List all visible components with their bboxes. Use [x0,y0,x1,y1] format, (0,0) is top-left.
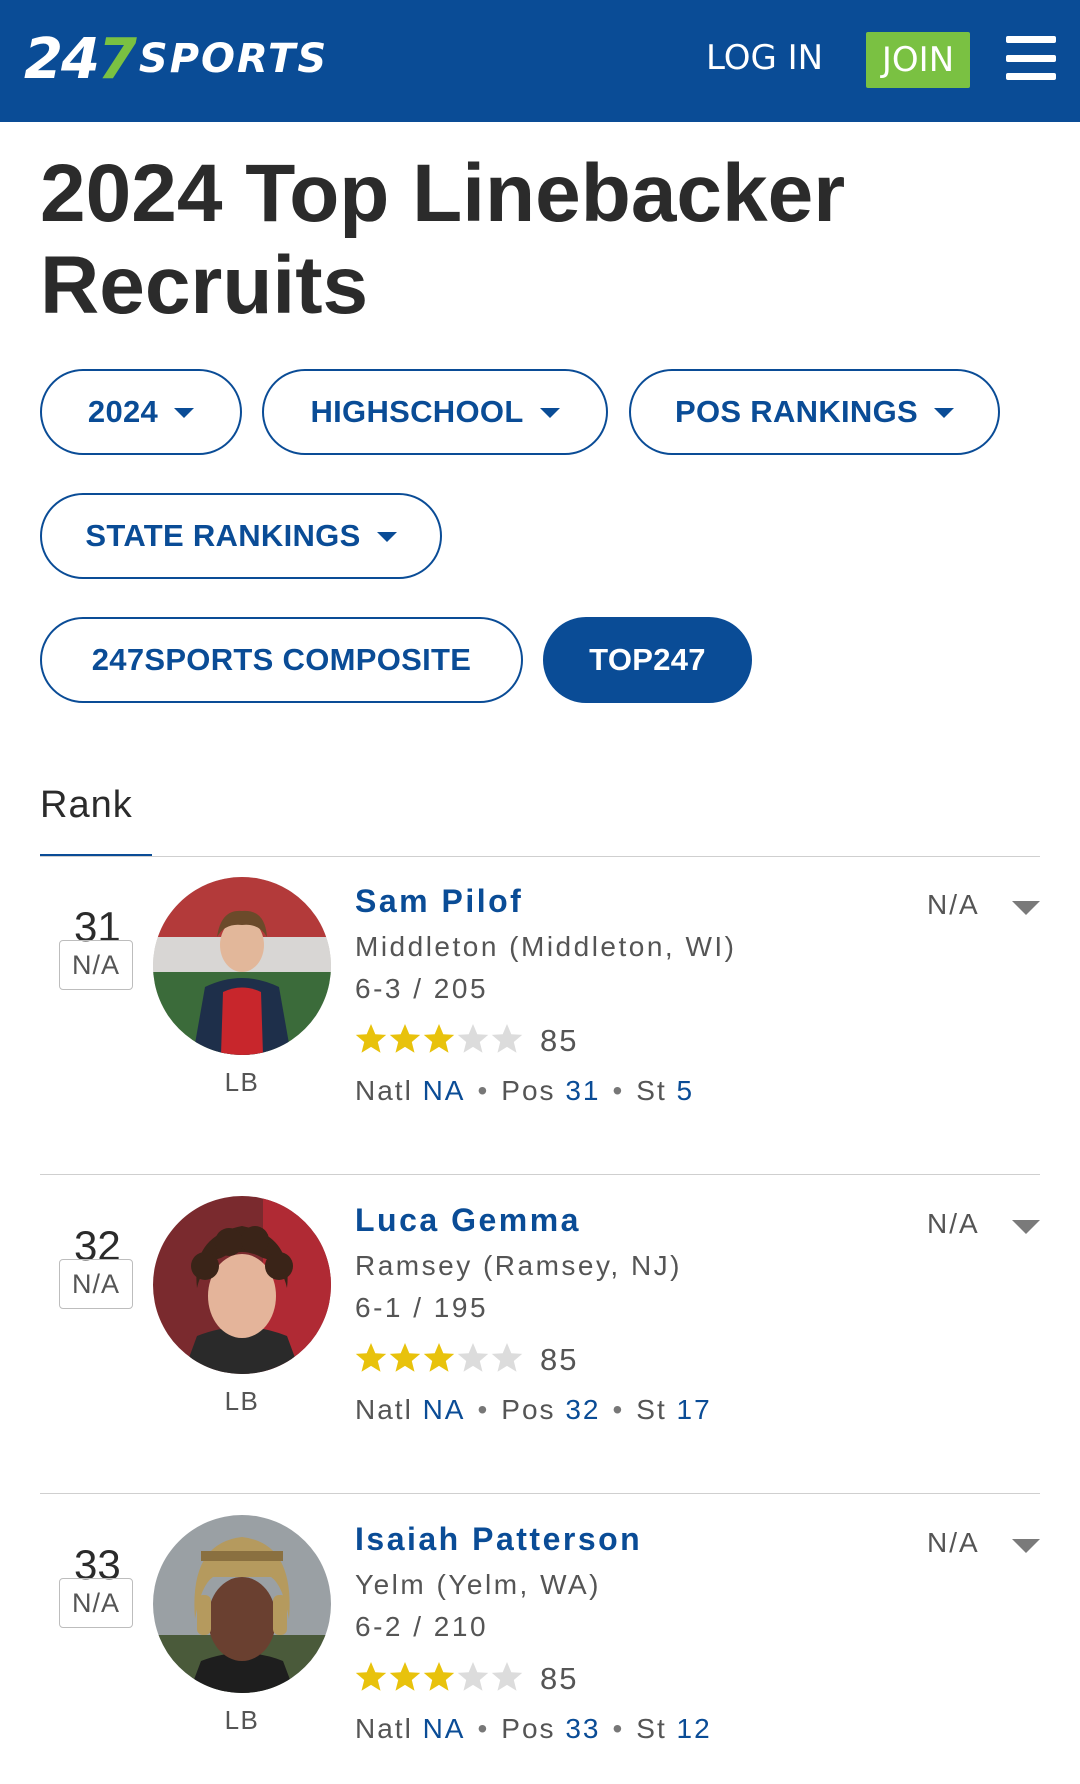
rank-change-badge: N/A [59,1259,133,1309]
player-school: Middleton (Middleton, WI) [355,931,737,962]
caret-down-icon [376,532,397,542]
player-name-link[interactable]: Luca Gemma [355,1202,581,1239]
star-filled-icon [423,1343,455,1372]
commit-status: N/A [927,1527,980,1558]
level-filter-dropdown[interactable]: HIGHSCHOOL [262,369,608,455]
rank-change-badge: N/A [59,940,133,990]
player-rank-meta: Natl NA • Pos 33 • St 12 [355,1713,712,1744]
star-filled-icon [355,1024,387,1053]
level-filter-label: HIGHSCHOOL [310,394,524,429]
player-avatar[interactable] [153,1196,331,1374]
top247-toggle[interactable]: TOP247 [543,617,752,703]
star-rating [354,1659,524,1695]
divider [40,1493,1040,1494]
star-filled-icon [423,1662,455,1691]
player-position: LB [224,1067,260,1097]
chevron-down-icon[interactable] [1012,1220,1040,1234]
logo-wordmark: SPORTS [138,36,329,82]
caret-down-icon [539,408,560,418]
player-position: LB [224,1705,260,1735]
star-rating [354,1340,524,1376]
divider [40,1174,1040,1175]
star-filled-icon [423,1024,455,1053]
state-rankings-dropdown[interactable]: STATE RANKINGS [40,493,442,579]
login-link[interactable]: LOG IN [706,38,823,78]
rank-change-badge: N/A [59,1578,133,1628]
star-empty-icon [491,1024,523,1053]
player-school: Yelm (Yelm, WA) [355,1569,601,1600]
player-measurements: 6-1 / 195 [355,1292,489,1323]
player-measurements: 6-3 / 205 [355,973,489,1004]
site-header: 247 SPORTS LOG IN JOIN [0,0,1080,122]
player-rating: 85 [540,1342,579,1377]
caret-down-icon [934,408,955,418]
site-logo[interactable]: 247 SPORTS [24,27,329,92]
player-measurements: 6-2 / 210 [355,1611,489,1642]
star-filled-icon [389,1024,421,1053]
star-filled-icon [355,1343,387,1372]
year-filter-label: 2024 [87,394,159,429]
logo-number: 247 [24,26,137,92]
star-empty-icon [457,1024,489,1053]
pos-rankings-label: POS RANKINGS [674,394,919,429]
player-school: Ramsey (Ramsey, NJ) [355,1250,683,1281]
star-empty-icon [491,1343,523,1372]
player-avatar[interactable] [153,1515,331,1693]
page-title: 2024 Top Linebacker Recruits [40,148,846,331]
star-rating [354,1021,524,1057]
star-filled-icon [355,1662,387,1691]
menu-icon[interactable] [1006,36,1056,80]
commit-status: N/A [927,1208,980,1239]
player-name-link[interactable]: Isaiah Patterson [355,1521,642,1558]
join-button[interactable]: JOIN [866,32,970,88]
player-name-link[interactable]: Sam Pilof [355,883,523,920]
star-filled-icon [389,1662,421,1691]
player-rating: 85 [540,1023,579,1058]
commit-status: N/A [927,889,980,920]
player-row[interactable]: 33 N/A LB Isaiah Patterson Yelm (Yelm, W… [40,1495,1040,1784]
star-empty-icon [457,1343,489,1372]
composite-toggle[interactable]: 247SPORTS COMPOSITE [40,617,523,703]
player-position: LB [224,1386,260,1416]
player-rank-meta: Natl NA • Pos 31 • St 5 [355,1075,695,1106]
player-avatar[interactable] [153,877,331,1055]
player-row[interactable]: 32 N/A LB Luca Gemma Ramsey (Ramsey, NJ)… [40,1176,1040,1494]
player-row[interactable]: 31 N/A LB Sam Pilof Middleton (Middleton… [40,857,1040,1175]
star-filled-icon [389,1343,421,1372]
rank-column-header[interactable]: Rank [40,784,133,827]
star-empty-icon [457,1662,489,1691]
caret-down-icon [174,408,195,418]
player-rank-meta: Natl NA • Pos 32 • St 17 [355,1394,712,1425]
pos-rankings-dropdown[interactable]: POS RANKINGS [629,369,1000,455]
year-filter-dropdown[interactable]: 2024 [40,369,242,455]
state-rankings-label: STATE RANKINGS [85,518,361,553]
star-empty-icon [491,1662,523,1691]
chevron-down-icon[interactable] [1012,901,1040,915]
player-rating: 85 [540,1661,579,1696]
chevron-down-icon[interactable] [1012,1539,1040,1553]
